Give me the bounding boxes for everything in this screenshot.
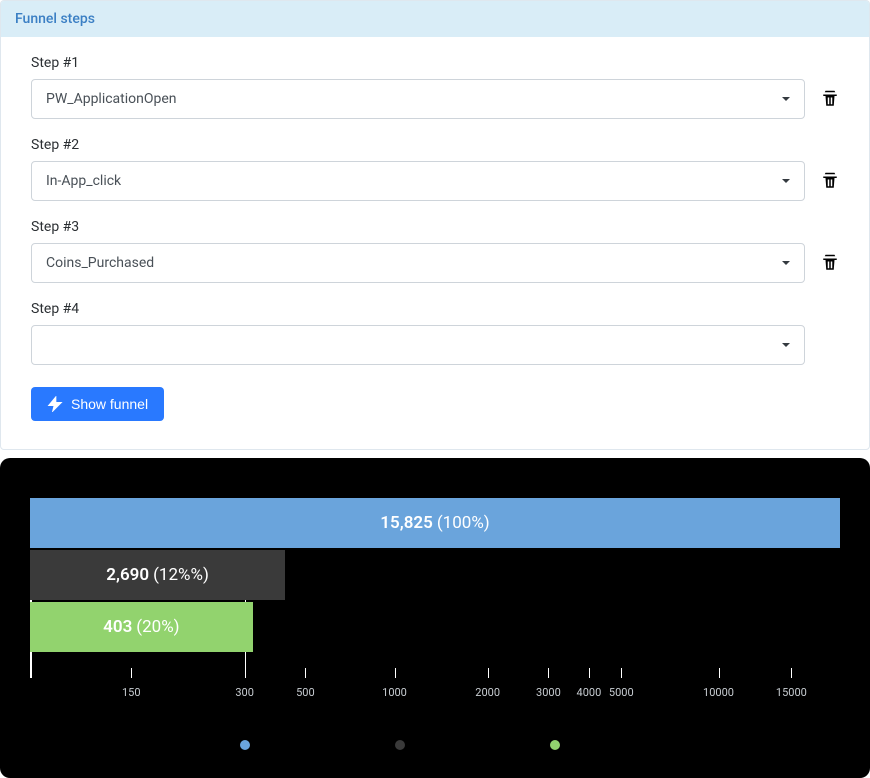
step-1-value: PW_ApplicationOpen — [46, 91, 177, 107]
chevron-down-icon — [782, 343, 790, 347]
show-funnel-button[interactable]: Show funnel — [31, 387, 164, 421]
tick-1000 — [395, 668, 396, 678]
funnel-bar-2-value: 2,690 — [106, 565, 149, 585]
trash-icon[interactable] — [821, 253, 839, 273]
show-funnel-label: Show funnel — [71, 396, 148, 412]
funnel-bar-1-pct: (100%) — [437, 513, 490, 533]
step-4-label: Step #4 — [31, 301, 839, 317]
step-3-value: Coins_Purchased — [46, 255, 154, 271]
chart-tick-labels: 150 300 500 1000 2000 3000 4000 5000 100… — [30, 686, 840, 704]
step-2-value: In-App_click — [46, 173, 121, 189]
tick-3000 — [548, 668, 549, 678]
trash-icon[interactable] — [821, 89, 839, 109]
chevron-down-icon — [782, 179, 790, 183]
funnel-bar-2-pct: (12%%) — [153, 565, 209, 585]
step-1: Step #1 PW_ApplicationOpen — [31, 55, 839, 119]
chart-legend — [240, 740, 560, 750]
panel-title: Funnel steps — [1, 1, 869, 37]
panel-body: Step #1 PW_ApplicationOpen Step #2 In-Ap… — [1, 55, 869, 449]
step-2-select[interactable]: In-App_click — [31, 161, 805, 201]
legend-dot-green — [550, 740, 560, 750]
step-4-select[interactable] — [31, 325, 805, 365]
funnel-bar-1-value: 15,825 — [380, 513, 433, 533]
funnel-bar-2: 2,690 (12%%) — [30, 550, 285, 600]
tick-150 — [131, 668, 132, 678]
step-3-select[interactable]: Coins_Purchased — [31, 243, 805, 283]
tick-label-2000: 2000 — [475, 686, 500, 699]
tick-10000 — [719, 668, 720, 678]
legend-dot-blue — [240, 740, 250, 750]
step-1-label: Step #1 — [31, 55, 839, 71]
step-1-select[interactable]: PW_ApplicationOpen — [31, 79, 805, 119]
step-4: Step #4 — [31, 301, 839, 365]
step-3: Step #3 Coins_Purchased — [31, 219, 839, 283]
tick-15000 — [791, 668, 792, 678]
funnel-bar-3-pct: (20%) — [136, 617, 179, 637]
tick-label-1000: 1000 — [382, 686, 407, 699]
tick-label-150: 150 — [122, 686, 141, 699]
funnel-bar-1: 15,825 (100%) — [30, 498, 840, 548]
tick-label-500: 500 — [296, 686, 315, 699]
chevron-down-icon — [782, 261, 790, 265]
tick-2000 — [488, 668, 489, 678]
chevron-down-icon — [782, 97, 790, 101]
legend-dot-dark — [395, 740, 405, 750]
step-2-label: Step #2 — [31, 137, 839, 153]
chart-area: 15,825 (100%) 2,690 (12%%) 403 (20%) — [30, 498, 840, 678]
tick-label-3000: 3000 — [536, 686, 561, 699]
funnel-steps-panel: Funnel steps Step #1 PW_ApplicationOpen … — [0, 0, 870, 450]
funnel-bar-3-value: 403 — [103, 617, 132, 637]
trash-icon[interactable] — [821, 171, 839, 191]
tick-label-10000: 10000 — [703, 686, 734, 699]
funnel-chart: 15,825 (100%) 2,690 (12%%) 403 (20%) 150… — [0, 458, 870, 778]
tick-4000 — [589, 668, 590, 678]
step-3-label: Step #3 — [31, 219, 839, 235]
funnel-bar-3: 403 (20%) — [30, 602, 253, 652]
tick-label-4000: 4000 — [577, 686, 602, 699]
step-2: Step #2 In-App_click — [31, 137, 839, 201]
tick-label-300: 300 — [235, 686, 254, 699]
tick-5000 — [621, 668, 622, 678]
tick-500 — [305, 668, 306, 678]
tick-label-15000: 15000 — [776, 686, 807, 699]
chart-bars: 15,825 (100%) 2,690 (12%%) 403 (20%) — [30, 498, 840, 654]
tick-label-5000: 5000 — [609, 686, 634, 699]
lightning-icon — [47, 396, 63, 412]
